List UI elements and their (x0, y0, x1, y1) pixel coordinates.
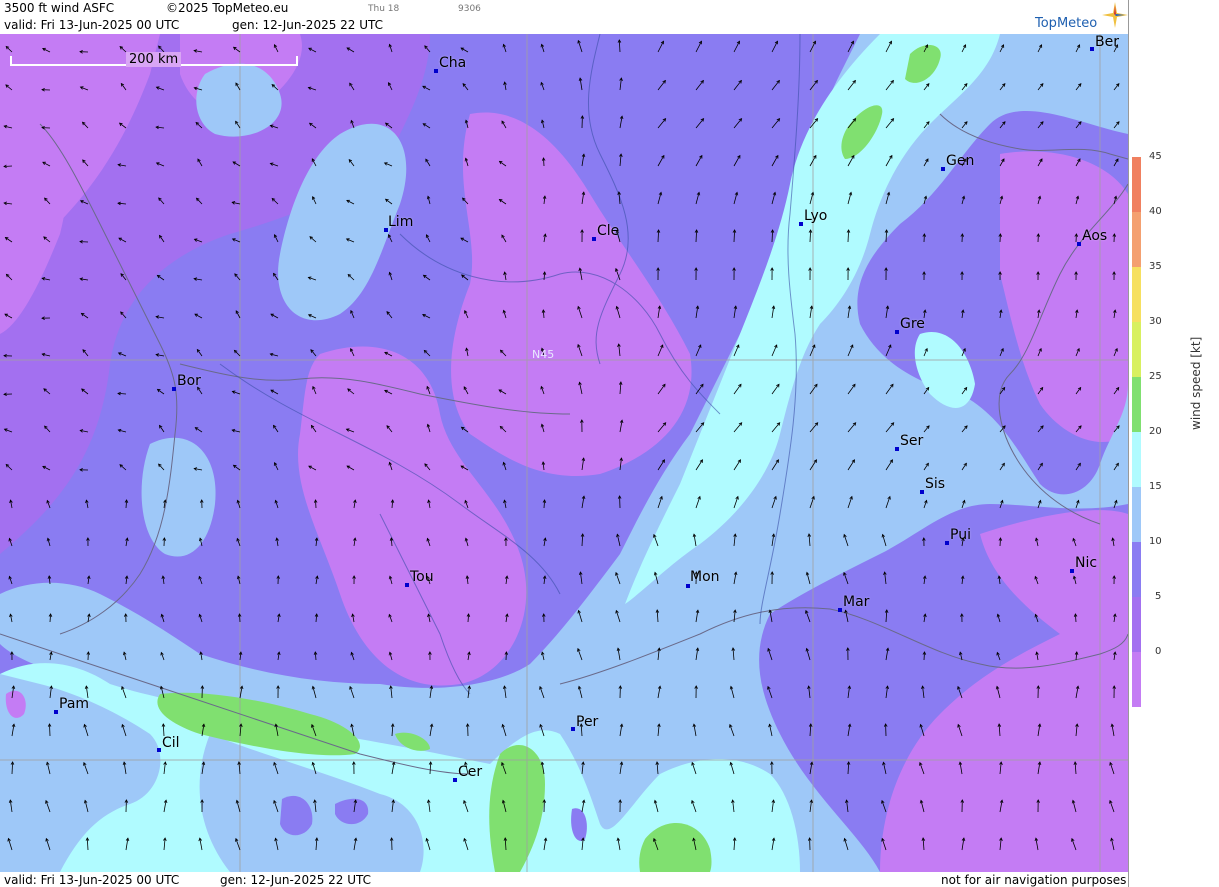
legend-tick-label: 40 (1149, 206, 1162, 217)
city-marker (1077, 242, 1081, 246)
legend-tick-label: 10 (1149, 536, 1162, 547)
city-label-cle: Cle (597, 223, 620, 239)
legend-color-swatch (1132, 212, 1141, 267)
city-marker (172, 387, 176, 391)
legend-tick-label: 35 (1149, 261, 1162, 272)
legend-tick-label: 20 (1149, 426, 1162, 437)
legend-tick-label: 5 (1155, 591, 1162, 602)
city-label-cil: Cil (162, 735, 180, 751)
city-marker (453, 778, 457, 782)
legend-color-swatch (1132, 597, 1141, 652)
copyright: ©2025 TopMeteo.eu (166, 1, 289, 15)
city-marker (1090, 47, 1094, 51)
city-label-bor: Bor (177, 373, 201, 389)
latitude-label: N45 (532, 348, 555, 361)
legend-tick-label: 45 (1149, 151, 1162, 162)
legend-colorbar (1132, 157, 1141, 707)
city-marker (799, 222, 803, 226)
legend-color-swatch (1132, 157, 1141, 212)
city-marker (434, 69, 438, 73)
city-marker (54, 710, 58, 714)
city-label-sis: Sis (925, 476, 946, 492)
legend-color-swatch (1132, 542, 1141, 597)
city-label-tou: Tou (410, 569, 434, 585)
map-header: 3500 ft wind ASFC ©2025 TopMeteo.eu Thu … (0, 0, 1128, 34)
city-label-per: Per (576, 714, 599, 730)
legend-color-swatch (1132, 487, 1141, 542)
city-label-ber: Ber (1095, 34, 1119, 50)
city-label-ser: Ser (900, 433, 924, 449)
map-footer: valid: Fri 13-Jun-2025 00 UTC gen: 12-Ju… (0, 872, 1128, 887)
wind-speed-legend: 45 40 35 30 25 20 15 10 5 0 wind speed [kt] (1128, 0, 1219, 887)
city-label-lim: Lim (388, 214, 414, 230)
legend-color-swatch (1132, 267, 1141, 322)
map-title: 3500 ft wind ASFC (4, 1, 115, 15)
disclaimer: not for air navigation purposes (941, 873, 1127, 887)
city-label-aos: Aos (1082, 228, 1108, 244)
footer-valid-time: valid: Fri 13-Jun-2025 00 UTC (4, 873, 180, 887)
legend-color-swatch (1132, 377, 1141, 432)
city-marker (157, 748, 161, 752)
topmeteo-logo: TopMeteo (1030, 2, 1128, 32)
footer-generated-time: gen: 12-Jun-2025 22 UTC (220, 873, 372, 887)
legend-color-swatch (1132, 322, 1141, 377)
city-label-gen: Gen (946, 153, 975, 169)
legend-tick-label: 25 (1149, 371, 1162, 382)
legend-tick-label: 15 (1149, 481, 1162, 492)
scale-bar-label: 200 km (126, 52, 182, 67)
city-label-pam: Pam (59, 696, 90, 712)
valid-time: valid: Fri 13-Jun-2025 00 UTC (4, 18, 180, 32)
wind-arrow (49, 723, 51, 737)
city-marker (405, 583, 409, 587)
city-marker (838, 608, 842, 612)
city-marker (895, 447, 899, 451)
city-label-pui: Pui (950, 527, 971, 543)
city-marker (941, 167, 945, 171)
legend-title: wind speed [kt] (1189, 336, 1203, 430)
city-marker (571, 727, 575, 731)
city-marker (945, 541, 949, 545)
city-marker (592, 237, 596, 241)
city-label-lyo: Lyo (804, 208, 828, 224)
city-label-gre: Gre (900, 316, 925, 332)
city-label-nic: Nic (1075, 555, 1098, 571)
city-label-cha: Cha (439, 55, 467, 71)
city-marker (1070, 569, 1074, 573)
wind-map: 200 km N45 Cha Ber Lim Cle Lyo Gen Aos G… (0, 34, 1128, 872)
city-marker (920, 490, 924, 494)
city-label-mon: Mon (690, 569, 720, 585)
legend-tick-label: 30 (1149, 316, 1162, 327)
generated-time: gen: 12-Jun-2025 22 UTC (232, 18, 384, 32)
city-label-cer: Cer (458, 764, 483, 780)
city-marker (895, 330, 899, 334)
compass-star-icon (1102, 2, 1128, 28)
legend-tick-label: 0 (1155, 646, 1162, 657)
logo-text: TopMeteo (1035, 16, 1098, 31)
day-label: Thu 18 (368, 4, 400, 14)
code-label: 9306 (458, 4, 481, 14)
city-label-mar: Mar (843, 594, 870, 610)
legend-color-swatch (1132, 652, 1141, 707)
legend-color-swatch (1132, 432, 1141, 487)
